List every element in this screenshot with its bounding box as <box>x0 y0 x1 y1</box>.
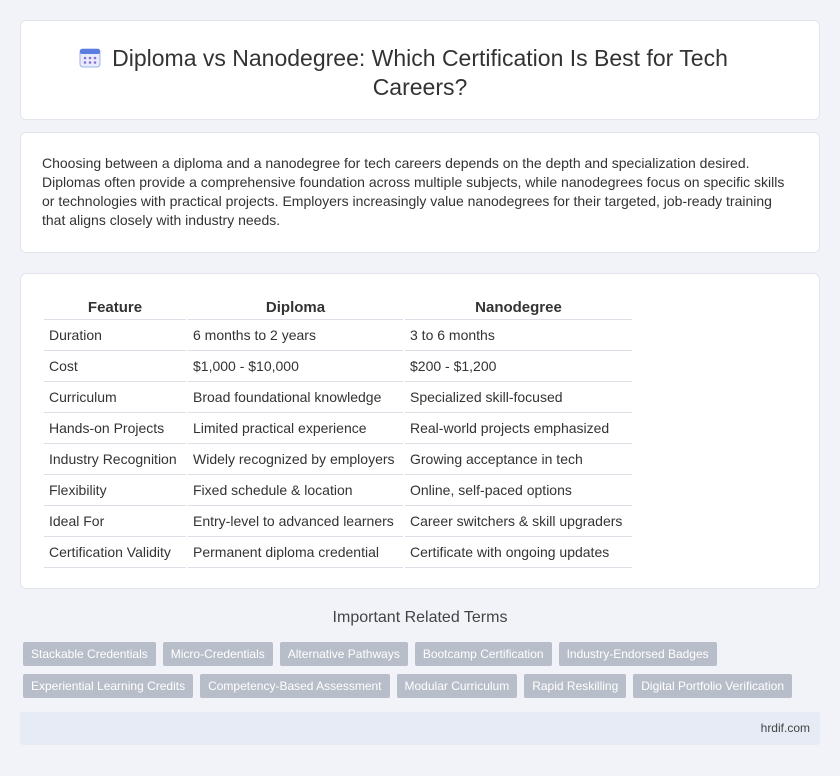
cell-diploma: Permanent diploma credential <box>188 537 403 568</box>
table-row: Ideal For Entry-level to advanced learne… <box>44 506 632 537</box>
cell-feature: Curriculum <box>44 382 186 413</box>
page-title: Diploma vs Nanodegree: Which Certificati… <box>112 45 728 100</box>
cell-diploma: Widely recognized by employers <box>188 444 403 475</box>
cell-feature: Flexibility <box>44 475 186 506</box>
cell-nanodegree: Specialized skill-focused <box>405 382 632 413</box>
cell-nanodegree: $200 - $1,200 <box>405 351 632 382</box>
footer-site-link[interactable]: hrdif.com <box>761 721 810 735</box>
comparison-card: Feature Diploma Nanodegree Duration 6 mo… <box>20 273 820 589</box>
cell-nanodegree: Real-world projects emphasized <box>405 413 632 444</box>
table-row: Flexibility Fixed schedule & location On… <box>44 475 632 506</box>
cell-feature: Ideal For <box>44 506 186 537</box>
cell-feature: Industry Recognition <box>44 444 186 475</box>
cell-feature: Cost <box>44 351 186 382</box>
intro-card: Choosing between a diploma and a nanodeg… <box>20 132 820 253</box>
cell-nanodegree: Growing acceptance in tech <box>405 444 632 475</box>
cell-diploma: Limited practical experience <box>188 413 403 444</box>
term-tag[interactable]: Digital Portfolio Verification <box>633 674 792 698</box>
term-tag[interactable]: Alternative Pathways <box>279 642 408 666</box>
related-terms-row-1: Stackable Credentials Micro-Credentials … <box>23 642 717 666</box>
cell-nanodegree: 3 to 6 months <box>405 320 632 351</box>
title-card: Diploma vs Nanodegree: Which Certificati… <box>20 20 820 120</box>
cell-nanodegree: Career switchers & skill upgraders <box>405 506 632 537</box>
term-tag[interactable]: Micro-Credentials <box>162 642 273 666</box>
cell-diploma: Fixed schedule & location <box>188 475 403 506</box>
related-terms-heading: Important Related Terms <box>332 609 508 626</box>
table-header-row: Feature Diploma Nanodegree <box>44 295 632 320</box>
table-row: Curriculum Broad foundational knowledge … <box>44 382 632 413</box>
table-row: Cost $1,000 - $10,000 $200 - $1,200 <box>44 351 632 382</box>
term-tag[interactable]: Rapid Reskilling <box>524 674 627 698</box>
header-nanodegree: Nanodegree <box>405 295 632 320</box>
table-row: Certification Validity Permanent diploma… <box>44 537 632 568</box>
intro-paragraph: Choosing between a diploma and a nanodeg… <box>42 155 785 228</box>
cell-feature: Hands-on Projects <box>44 413 186 444</box>
term-tag[interactable]: Bootcamp Certification <box>414 642 552 666</box>
table-row: Duration 6 months to 2 years 3 to 6 mont… <box>44 320 632 351</box>
term-tag[interactable]: Industry-Endorsed Badges <box>558 642 717 666</box>
cell-feature: Certification Validity <box>44 537 186 568</box>
cell-nanodegree: Certificate with ongoing updates <box>405 537 632 568</box>
term-tag[interactable]: Modular Curriculum <box>396 674 518 698</box>
table-row: Industry Recognition Widely recognized b… <box>44 444 632 475</box>
related-terms-row-2: Experiential Learning Credits Competency… <box>23 674 792 698</box>
term-tag[interactable]: Competency-Based Assessment <box>200 674 390 698</box>
table-row: Hands-on Projects Limited practical expe… <box>44 413 632 444</box>
term-tag[interactable]: Experiential Learning Credits <box>23 674 194 698</box>
cell-diploma: 6 months to 2 years <box>188 320 403 351</box>
header-diploma: Diploma <box>188 295 403 320</box>
cell-diploma: Broad foundational knowledge <box>188 382 403 413</box>
cell-feature: Duration <box>44 320 186 351</box>
header-feature: Feature <box>44 295 186 320</box>
footer: hrdif.com <box>20 712 820 745</box>
comparison-table: Feature Diploma Nanodegree Duration 6 mo… <box>42 295 634 568</box>
cell-nanodegree: Online, self-paced options <box>405 475 632 506</box>
term-tag[interactable]: Stackable Credentials <box>23 642 156 666</box>
cell-diploma: Entry-level to advanced learners <box>188 506 403 537</box>
cell-diploma: $1,000 - $10,000 <box>188 351 403 382</box>
